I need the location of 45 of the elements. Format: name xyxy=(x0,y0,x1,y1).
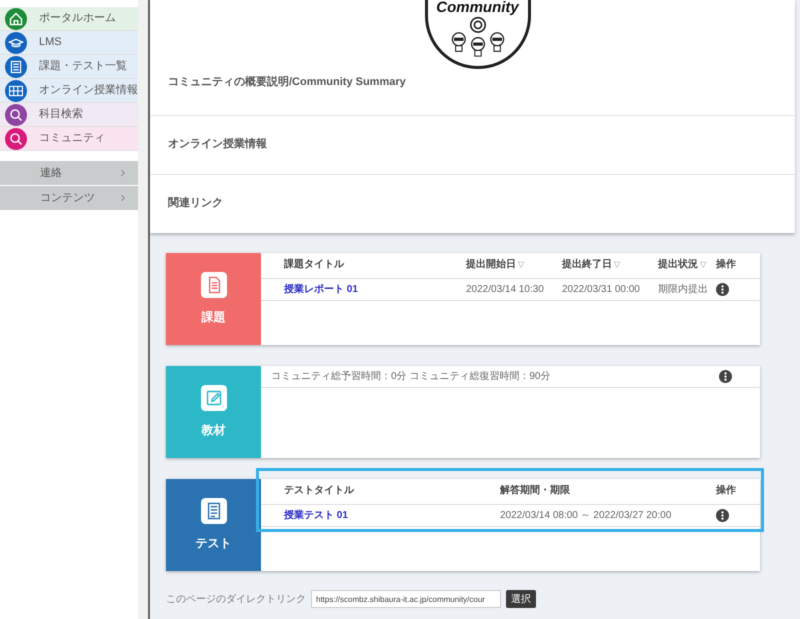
title-link[interactable]: 授業レポート 01 xyxy=(284,284,358,295)
column-header: 課題タイトル xyxy=(284,259,344,270)
select-button[interactable]: 選択 xyxy=(506,590,536,608)
sidebar-item[interactable]: コミュニティ xyxy=(0,127,138,151)
column-header: 解答期間・期限 xyxy=(500,485,570,496)
sidebar-item[interactable]: オンライン授業情報 xyxy=(0,79,138,103)
section-title: オンライン授業情報 xyxy=(168,138,267,150)
table-cell: 2022/03/31 00:00 xyxy=(562,284,640,295)
column-header: 提出終了日 xyxy=(562,259,612,270)
menu-group[interactable]: 連絡 xyxy=(0,161,138,185)
column-header: 操作 xyxy=(716,485,736,496)
grid-icon xyxy=(5,80,27,102)
checklist-icon xyxy=(200,498,226,524)
table-cell: 2022/03/14 10:30 xyxy=(466,284,544,295)
graduation-cap-icon xyxy=(5,32,27,54)
section-title: 関連リンク xyxy=(168,197,223,209)
sidebar-item[interactable]: ポータルホーム xyxy=(0,7,138,31)
document-icon xyxy=(200,272,226,298)
column-header: 提出開始日 xyxy=(466,259,516,270)
menu-group[interactable]: コンテンツ xyxy=(0,186,138,210)
section-title: コミュニティの概要説明/Community Summary xyxy=(168,76,406,88)
more-options-icon[interactable] xyxy=(719,370,732,383)
category-label: 課題 xyxy=(202,309,226,326)
category-label: 教材 xyxy=(202,422,226,439)
more-options-icon[interactable] xyxy=(716,283,729,296)
logo-text: Community xyxy=(436,0,519,15)
column-header: 操作 xyxy=(716,259,736,270)
search-icon xyxy=(5,104,27,126)
list-icon xyxy=(5,56,27,78)
more-options-icon[interactable] xyxy=(716,509,729,522)
table-cell: 期限内提出 xyxy=(658,284,708,295)
url-field[interactable]: https://scombz.shibaura-it.ac.jp/community/cour xyxy=(311,590,501,608)
title-link[interactable]: 授業テスト 01 xyxy=(284,510,348,521)
sidebar-item[interactable]: 課題・テスト一覧 xyxy=(0,55,138,79)
search-icon xyxy=(5,128,27,150)
home-icon xyxy=(5,8,27,30)
column-header: 提出状況 xyxy=(658,259,698,270)
table-cell: 2022/03/14 08:00 ～ 2022/03/27 20:00 xyxy=(500,510,672,521)
sidebar-item[interactable]: 科目検索 xyxy=(0,103,138,127)
category-label: テスト xyxy=(196,535,232,552)
sidebar-item[interactable]: LMS xyxy=(0,31,138,55)
study-time-note: コミュニティ総予習時間：0分 コミュニティ総復習時間：90分 xyxy=(271,370,550,384)
edit-icon xyxy=(200,385,226,411)
column-header: テストタイトル xyxy=(284,485,354,496)
direct-link-label: このページのダイレクトリンク xyxy=(166,592,306,606)
